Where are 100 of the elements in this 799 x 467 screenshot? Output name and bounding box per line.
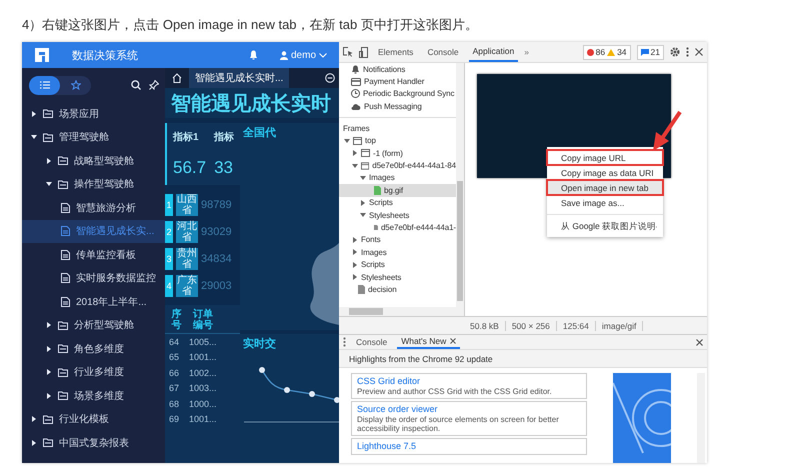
- tree-item[interactable]: 场景应用: [22, 102, 165, 126]
- expand-arrow-icon[interactable]: [352, 262, 358, 268]
- feature-card[interactable]: Source order viewer Display the order of source elements on screen for better accessibility inspection.: [351, 401, 587, 436]
- expand-arrow-icon[interactable]: [360, 200, 366, 206]
- expand-arrow-icon[interactable]: [352, 236, 358, 243]
- storage-item[interactable]: Payment Handler: [339, 75, 456, 88]
- close-icon[interactable]: [450, 338, 456, 344]
- expand-arrow-icon[interactable]: [46, 392, 52, 399]
- tree-item[interactable]: 战略型驾驶舱: [22, 149, 165, 172]
- tree-item[interactable]: 实时服务数据监控: [22, 266, 165, 290]
- scrollbar[interactable]: [456, 63, 464, 316]
- tree-item[interactable]: 传单监控看板: [22, 243, 165, 266]
- error-icon: [586, 48, 594, 56]
- tree-item[interactable]: 行业多维度: [22, 360, 165, 384]
- devtools-tab[interactable]: Console: [423, 42, 463, 62]
- tree-item[interactable]: Scripts: [339, 258, 456, 271]
- expand-arrow-icon[interactable]: [352, 249, 358, 256]
- menu-item[interactable]: Save image as...: [547, 195, 663, 210]
- tree-item[interactable]: 行业化模板: [22, 408, 165, 431]
- tree-item[interactable]: 中国式复杂报表: [22, 431, 165, 454]
- page-tab[interactable]: 智能遇见成长实时...: [189, 68, 290, 88]
- tree-item[interactable]: 智慧旅游分析: [22, 196, 165, 220]
- device-toolbar-icon[interactable]: [359, 46, 368, 58]
- menu-item[interactable]: Copy image URL: [547, 150, 663, 165]
- message-icon: [640, 48, 649, 56]
- card-title[interactable]: Lighthouse 7.5: [357, 441, 581, 452]
- rank-number: 4: [165, 275, 173, 297]
- bell-icon[interactable]: [248, 50, 258, 60]
- home-icon[interactable]: [172, 73, 182, 83]
- storage-item[interactable]: Periodic Background Sync: [339, 88, 456, 100]
- ranking-value: 34834: [201, 253, 232, 265]
- drawer-tab[interactable]: Console: [352, 335, 392, 349]
- expand-arrow-icon[interactable]: [31, 440, 37, 446]
- close-icon[interactable]: [695, 48, 703, 56]
- expand-arrow-icon[interactable]: [344, 138, 350, 144]
- storage-item[interactable]: Push Messaging: [339, 100, 456, 113]
- expand-arrow-icon[interactable]: [46, 158, 52, 164]
- tree-item[interactable]: 场景多维度: [22, 384, 165, 408]
- issues-badge[interactable]: 86 34: [582, 44, 631, 60]
- horizontal-scrollbar[interactable]: [339, 307, 456, 316]
- feature-card[interactable]: CSS Grid editor Preview and author CSS Grid with the CSS Grid editor.: [351, 373, 587, 399]
- messages-badge[interactable]: 21: [636, 44, 664, 60]
- expand-arrow-icon[interactable]: [31, 134, 37, 140]
- user-menu[interactable]: demo: [280, 50, 327, 60]
- card-title[interactable]: CSS Grid editor: [357, 376, 581, 387]
- tree-item[interactable]: 分析型驾驶舱: [22, 314, 165, 337]
- tree-item[interactable]: top: [339, 134, 456, 147]
- table-cell-text: 1003...: [189, 383, 218, 394]
- inspect-icon[interactable]: [343, 47, 353, 57]
- expand-arrow-icon[interactable]: [46, 322, 52, 328]
- menu-item[interactable]: 从 Google 获取图片说明: [547, 219, 663, 234]
- tree-item[interactable]: Images: [339, 172, 456, 184]
- folder-icon: [58, 320, 68, 330]
- expand-arrow-icon[interactable]: [31, 416, 37, 422]
- rank-number: 2: [165, 221, 173, 243]
- card-description: Display the order of source elements on screen for better accessibility inspection.: [357, 415, 560, 433]
- expand-arrow-icon[interactable]: [352, 150, 358, 156]
- cloud-icon: [351, 102, 361, 110]
- menu-item[interactable]: Copy image as data URI: [547, 165, 663, 180]
- expand-arrow-icon[interactable]: [46, 346, 52, 352]
- storage-item[interactable]: Notifications: [339, 63, 456, 76]
- settings-icon[interactable]: [670, 47, 680, 57]
- province-label: 河北省: [176, 221, 198, 243]
- search-icon[interactable]: [131, 80, 141, 90]
- tree-item[interactable]: Stylesheets: [339, 208, 456, 222]
- tree-item[interactable]: Stylesheets: [339, 270, 456, 284]
- tree-item[interactable]: d5e7e0bf-e444-44a1-: [339, 221, 456, 234]
- status-text: 50.8 kB: [464, 320, 506, 330]
- tree-item[interactable]: decision: [339, 283, 456, 296]
- list-tab[interactable]: [29, 76, 60, 94]
- minus-circle-icon[interactable]: [325, 73, 335, 83]
- more-options-icon[interactable]: [686, 47, 689, 57]
- expand-arrow-icon[interactable]: [46, 369, 52, 376]
- expand-arrow-icon[interactable]: [46, 181, 52, 188]
- tree-item[interactable]: Images: [339, 246, 456, 258]
- tree-item[interactable]: 2018年上半年...: [22, 290, 165, 314]
- scrollbar[interactable]: [697, 373, 705, 463]
- expand-arrow-icon[interactable]: [352, 162, 358, 169]
- tree-item[interactable]: Scripts: [339, 196, 456, 209]
- more-tabs-button[interactable]: »: [524, 47, 529, 57]
- pin-icon[interactable]: [149, 80, 159, 90]
- tree-item[interactable]: d5e7e0bf-e444-44a1-84: [339, 159, 456, 172]
- tree-item[interactable]: 管理驾驶舱: [22, 126, 165, 149]
- tree-item[interactable]: bg.gif: [339, 184, 456, 197]
- devtools-tab[interactable]: Elements: [374, 42, 418, 62]
- expand-arrow-icon[interactable]: [360, 174, 366, 181]
- tree-item[interactable]: Fonts: [339, 234, 456, 246]
- more-options-icon[interactable]: [343, 337, 346, 347]
- tree-item[interactable]: 智能遇见成长实...: [22, 220, 165, 243]
- tree-item[interactable]: -1 (form): [339, 146, 456, 160]
- close-icon[interactable]: [696, 338, 703, 346]
- expand-arrow-icon[interactable]: [360, 212, 366, 218]
- card-title[interactable]: Source order viewer: [357, 404, 581, 415]
- menu-item[interactable]: Open image in new tab: [547, 180, 663, 195]
- expand-arrow-icon[interactable]: [352, 274, 358, 280]
- tree-item[interactable]: 角色多维度: [22, 337, 165, 360]
- feature-card[interactable]: Lighthouse 7.5: [351, 438, 587, 455]
- expand-arrow-icon[interactable]: [31, 110, 37, 117]
- tree-item[interactable]: 操作型驾驶舱: [22, 172, 165, 196]
- ranking-value: 93029: [201, 226, 232, 238]
